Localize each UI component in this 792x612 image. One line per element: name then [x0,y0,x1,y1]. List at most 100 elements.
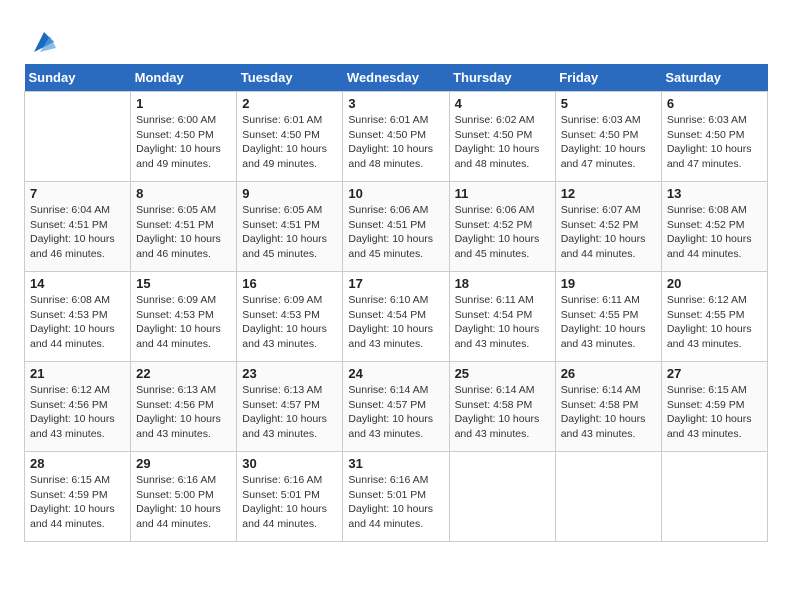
day-number: 7 [30,186,125,201]
day-info: Sunrise: 6:03 AMSunset: 4:50 PMDaylight:… [667,113,762,172]
calendar-cell: 29 Sunrise: 6:16 AMSunset: 5:00 PMDayligh… [131,452,237,542]
calendar-cell: 23Sunrise: 6:13 AMSunset: 4:57 PMDayligh… [237,362,343,452]
calendar-cell: 11 Sunrise: 6:06 AMSunset: 4:52 PMDayligh… [449,182,555,272]
day-info: Sunrise: 6:15 AMSunset: 4:59 PMDaylight:… [30,473,125,532]
day-info: Sunrise: 6:06 AMSunset: 4:51 PMDaylight:… [348,203,443,262]
week-row-3: 14 Sunrise: 6:08 AMSunset: 4:53 PMDayligh… [25,272,768,362]
calendar-cell: 5 Sunrise: 6:03 AMSunset: 4:50 PMDaylight… [555,92,661,182]
day-info: Sunrise: 6:13 AMSunset: 4:57 PMDaylight:… [242,383,337,442]
calendar-cell: 27 Sunrise: 6:15 AMSunset: 4:59 PMDayligh… [661,362,767,452]
calendar-cell: 8 Sunrise: 6:05 AMSunset: 4:51 PMDaylight… [131,182,237,272]
day-info: Sunrise: 6:01 AMSunset: 4:50 PMDaylight:… [348,113,443,172]
week-row-2: 7 Sunrise: 6:04 AMSunset: 4:51 PMDaylight… [25,182,768,272]
day-info: Sunrise: 6:14 AMSunset: 4:57 PMDaylight:… [348,383,443,442]
day-info: Sunrise: 6:03 AMSunset: 4:50 PMDaylight:… [561,113,656,172]
day-info: Sunrise: 6:08 AMSunset: 4:53 PMDaylight:… [30,293,125,352]
day-number: 19 [561,276,656,291]
day-info: Sunrise: 6:04 AMSunset: 4:51 PMDaylight:… [30,203,125,262]
calendar-cell: 21 Sunrise: 6:12 AMSunset: 4:56 PMDayligh… [25,362,131,452]
day-number: 2 [242,96,337,111]
day-number: 13 [667,186,762,201]
calendar-cell: 17 Sunrise: 6:10 AMSunset: 4:54 PMDayligh… [343,272,449,362]
day-info: Sunrise: 6:12 AMSunset: 4:56 PMDaylight:… [30,383,125,442]
day-info: Sunrise: 6:06 AMSunset: 4:52 PMDaylight:… [455,203,550,262]
day-number: 9 [242,186,337,201]
day-info: Sunrise: 6:11 AMSunset: 4:55 PMDaylight:… [561,293,656,352]
day-info: Sunrise: 6:02 AMSunset: 4:50 PMDaylight:… [455,113,550,172]
day-number: 31 [348,456,443,471]
day-info: Sunrise: 6:16 AMSunset: 5:01 PMDaylight:… [242,473,337,532]
col-header-wednesday: Wednesday [343,64,449,92]
day-number: 5 [561,96,656,111]
calendar-cell: 25Sunrise: 6:14 AMSunset: 4:58 PMDayligh… [449,362,555,452]
page-header [24,20,768,54]
calendar-cell [661,452,767,542]
calendar-cell: 12Sunrise: 6:07 AMSunset: 4:52 PMDayligh… [555,182,661,272]
day-info: Sunrise: 6:09 AMSunset: 4:53 PMDaylight:… [242,293,337,352]
day-info: Sunrise: 6:05 AMSunset: 4:51 PMDaylight:… [136,203,231,262]
calendar-cell: 10 Sunrise: 6:06 AMSunset: 4:51 PMDayligh… [343,182,449,272]
day-number: 30 [242,456,337,471]
calendar-cell [449,452,555,542]
calendar-cell: 19 Sunrise: 6:11 AMSunset: 4:55 PMDayligh… [555,272,661,362]
calendar-cell: 26 Sunrise: 6:14 AMSunset: 4:58 PMDayligh… [555,362,661,452]
day-info: Sunrise: 6:05 AMSunset: 4:51 PMDaylight:… [242,203,337,262]
day-number: 1 [136,96,231,111]
week-row-5: 28 Sunrise: 6:15 AMSunset: 4:59 PMDayligh… [25,452,768,542]
day-number: 16 [242,276,337,291]
day-info: Sunrise: 6:13 AMSunset: 4:56 PMDaylight:… [136,383,231,442]
calendar-cell: 22 Sunrise: 6:13 AMSunset: 4:56 PMDayligh… [131,362,237,452]
col-header-sunday: Sunday [25,64,131,92]
day-number: 28 [30,456,125,471]
day-number: 12 [561,186,656,201]
day-info: Sunrise: 6:11 AMSunset: 4:54 PMDaylight:… [455,293,550,352]
day-number: 26 [561,366,656,381]
calendar-cell: 1 Sunrise: 6:00 AMSunset: 4:50 PMDaylight… [131,92,237,182]
day-info: Sunrise: 6:00 AMSunset: 4:50 PMDaylight:… [136,113,231,172]
day-info: Sunrise: 6:10 AMSunset: 4:54 PMDaylight:… [348,293,443,352]
calendar-cell: 14 Sunrise: 6:08 AMSunset: 4:53 PMDayligh… [25,272,131,362]
day-number: 6 [667,96,762,111]
calendar-table: SundayMondayTuesdayWednesdayThursdayFrid… [24,64,768,542]
day-number: 18 [455,276,550,291]
week-row-1: 1 Sunrise: 6:00 AMSunset: 4:50 PMDaylight… [25,92,768,182]
calendar-cell: 16 Sunrise: 6:09 AMSunset: 4:53 PMDayligh… [237,272,343,362]
day-number: 4 [455,96,550,111]
day-info: Sunrise: 6:12 AMSunset: 4:55 PMDaylight:… [667,293,762,352]
day-info: Sunrise: 6:14 AMSunset: 4:58 PMDaylight:… [561,383,656,442]
day-number: 10 [348,186,443,201]
day-number: 21 [30,366,125,381]
week-row-4: 21 Sunrise: 6:12 AMSunset: 4:56 PMDayligh… [25,362,768,452]
day-number: 14 [30,276,125,291]
calendar-cell [555,452,661,542]
calendar-cell: 3 Sunrise: 6:01 AMSunset: 4:50 PMDaylight… [343,92,449,182]
day-info: Sunrise: 6:01 AMSunset: 4:50 PMDaylight:… [242,113,337,172]
day-number: 3 [348,96,443,111]
day-number: 20 [667,276,762,291]
col-header-tuesday: Tuesday [237,64,343,92]
col-header-monday: Monday [131,64,237,92]
calendar-cell: 30 Sunrise: 6:16 AMSunset: 5:01 PMDayligh… [237,452,343,542]
day-number: 17 [348,276,443,291]
day-number: 27 [667,366,762,381]
calendar-header-row: SundayMondayTuesdayWednesdayThursdayFrid… [25,64,768,92]
day-number: 11 [455,186,550,201]
day-number: 22 [136,366,231,381]
day-number: 24 [348,366,443,381]
day-info: Sunrise: 6:09 AMSunset: 4:53 PMDaylight:… [136,293,231,352]
col-header-friday: Friday [555,64,661,92]
calendar-cell: 18 Sunrise: 6:11 AMSunset: 4:54 PMDayligh… [449,272,555,362]
day-number: 8 [136,186,231,201]
calendar-cell: 20 Sunrise: 6:12 AMSunset: 4:55 PMDayligh… [661,272,767,362]
day-info: Sunrise: 6:08 AMSunset: 4:52 PMDaylight:… [667,203,762,262]
logo-icon [26,28,58,58]
col-header-saturday: Saturday [661,64,767,92]
day-number: 29 [136,456,231,471]
calendar-cell: 15Sunrise: 6:09 AMSunset: 4:53 PMDayligh… [131,272,237,362]
day-number: 25 [455,366,550,381]
day-info: Sunrise: 6:16 AMSunset: 5:00 PMDaylight:… [136,473,231,532]
day-info: Sunrise: 6:15 AMSunset: 4:59 PMDaylight:… [667,383,762,442]
calendar-cell: 31Sunrise: 6:16 AMSunset: 5:01 PMDayligh… [343,452,449,542]
calendar-cell: 9 Sunrise: 6:05 AMSunset: 4:51 PMDaylight… [237,182,343,272]
calendar-cell [25,92,131,182]
